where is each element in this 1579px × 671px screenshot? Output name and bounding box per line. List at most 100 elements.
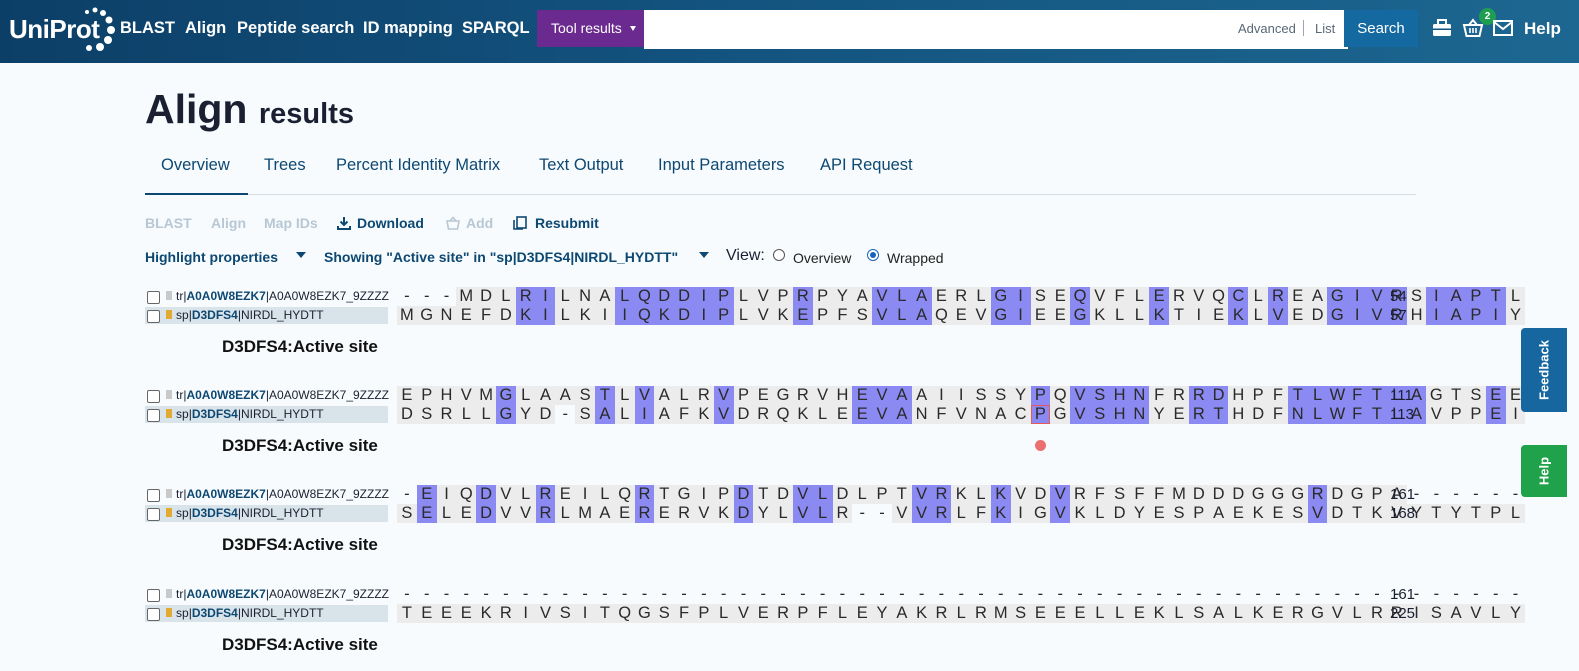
residue[interactable]: - [1506,585,1526,604]
residue[interactable]: L [456,405,477,424]
nav-sparql[interactable]: SPARQL [462,0,530,57]
residue[interactable]: A [594,504,615,523]
residue[interactable]: G [495,405,516,424]
residue[interactable]: T [397,604,417,623]
residue[interactable]: - [397,585,417,604]
residue[interactable]: T [594,386,615,405]
residue[interactable]: R [1070,485,1090,504]
residue[interactable]: D [773,485,793,504]
residue[interactable]: Y [515,405,536,424]
residue[interactable]: F [1089,485,1110,504]
residue[interactable]: N [911,405,932,424]
residue[interactable]: L [1505,504,1526,523]
residue[interactable]: - [1189,585,1209,604]
residue[interactable]: Y [1505,604,1526,623]
residue[interactable]: L [812,405,833,424]
residue[interactable]: E [1208,306,1229,325]
residue[interactable]: R [1268,287,1288,306]
residue[interactable]: E [1287,287,1308,306]
residue[interactable]: Q [634,287,655,306]
residue[interactable]: L [891,287,912,306]
residue[interactable]: E [1149,504,1170,523]
residue[interactable]: M [397,306,417,325]
residue[interactable]: E [1050,306,1071,325]
residue[interactable]: E [1070,604,1090,623]
residue[interactable]: - [536,585,556,604]
residue[interactable]: F [674,405,694,424]
residue[interactable]: Y [832,287,853,306]
residue[interactable]: R [753,405,774,424]
residue[interactable]: V [1466,604,1486,623]
residue[interactable]: A [1446,287,1467,306]
residue[interactable]: P [713,306,734,325]
residue[interactable]: A [891,604,912,623]
residue[interactable]: - [971,585,991,604]
residue[interactable]: - [912,585,932,604]
add-to-basket-button[interactable]: Add [446,215,493,231]
residue[interactable]: M [456,287,477,306]
blast-button[interactable]: BLAST [145,215,192,231]
residue[interactable]: E [1030,604,1051,623]
residue[interactable]: D [495,306,516,325]
residue[interactable]: M [575,504,595,523]
residue[interactable]: A [555,386,576,405]
residue[interactable]: E [1268,504,1288,523]
residue[interactable]: A [891,386,912,405]
map-ids-button[interactable]: Map IDs [264,215,318,231]
residue[interactable]: L [852,485,873,504]
toolbox-icon[interactable] [1431,17,1453,39]
residue[interactable]: Y [1505,306,1526,325]
residue[interactable]: - [516,585,536,604]
residue[interactable]: - [654,585,674,604]
mail-icon[interactable] [1492,17,1514,39]
residue[interactable]: R [1169,287,1189,306]
residue[interactable]: - [1050,585,1070,604]
residue[interactable]: E [456,604,477,623]
residue[interactable]: V [1050,485,1071,504]
residue[interactable]: R [931,485,952,504]
residue[interactable]: G [416,306,437,325]
residue[interactable]: - [1486,485,1506,504]
residue[interactable]: K [1228,306,1249,325]
residue[interactable]: I [693,485,714,504]
residue[interactable]: F [476,306,496,325]
residue[interactable]: R [634,504,655,523]
residue[interactable]: K [713,504,734,523]
residue[interactable]: V [1089,287,1110,306]
residue[interactable]: L [812,504,833,523]
residue[interactable]: E [1485,386,1506,405]
chevron-down-icon[interactable] [699,252,709,258]
residue[interactable]: E [852,604,873,623]
residue[interactable]: T [1367,405,1387,424]
residue[interactable]: K [792,405,813,424]
residue[interactable]: V [456,386,477,405]
residue[interactable]: K [1248,504,1269,523]
residue[interactable]: W [1327,405,1348,424]
residue[interactable]: I [515,604,536,623]
residue[interactable]: - [1209,585,1229,604]
residue[interactable]: E [951,306,972,325]
nav-align[interactable]: Align [185,0,226,57]
sequence-checkbox[interactable] [147,390,160,403]
residue[interactable]: Q [773,405,793,424]
residue[interactable]: - [437,287,457,306]
residue[interactable]: R [674,504,694,523]
residue[interactable]: L [891,306,912,325]
list-search-link[interactable]: List [1315,10,1335,47]
residue[interactable]: R [792,386,813,405]
residue[interactable]: R [436,405,457,424]
residue[interactable]: L [614,287,635,306]
residue[interactable]: N [1287,405,1308,424]
residue[interactable]: G [1268,485,1288,504]
residue[interactable]: A [1307,287,1328,306]
accession-link[interactable]: D3DFS4 [192,407,238,421]
residue[interactable]: L [1089,504,1110,523]
residue[interactable]: Q [614,485,635,504]
residue[interactable]: V [1367,287,1387,306]
residue[interactable]: G [1248,485,1269,504]
residue[interactable]: - [1486,585,1506,604]
residue[interactable]: K [990,504,1011,523]
residue[interactable]: T [891,485,912,504]
residue[interactable]: S [852,306,873,325]
residue[interactable]: - [951,585,971,604]
